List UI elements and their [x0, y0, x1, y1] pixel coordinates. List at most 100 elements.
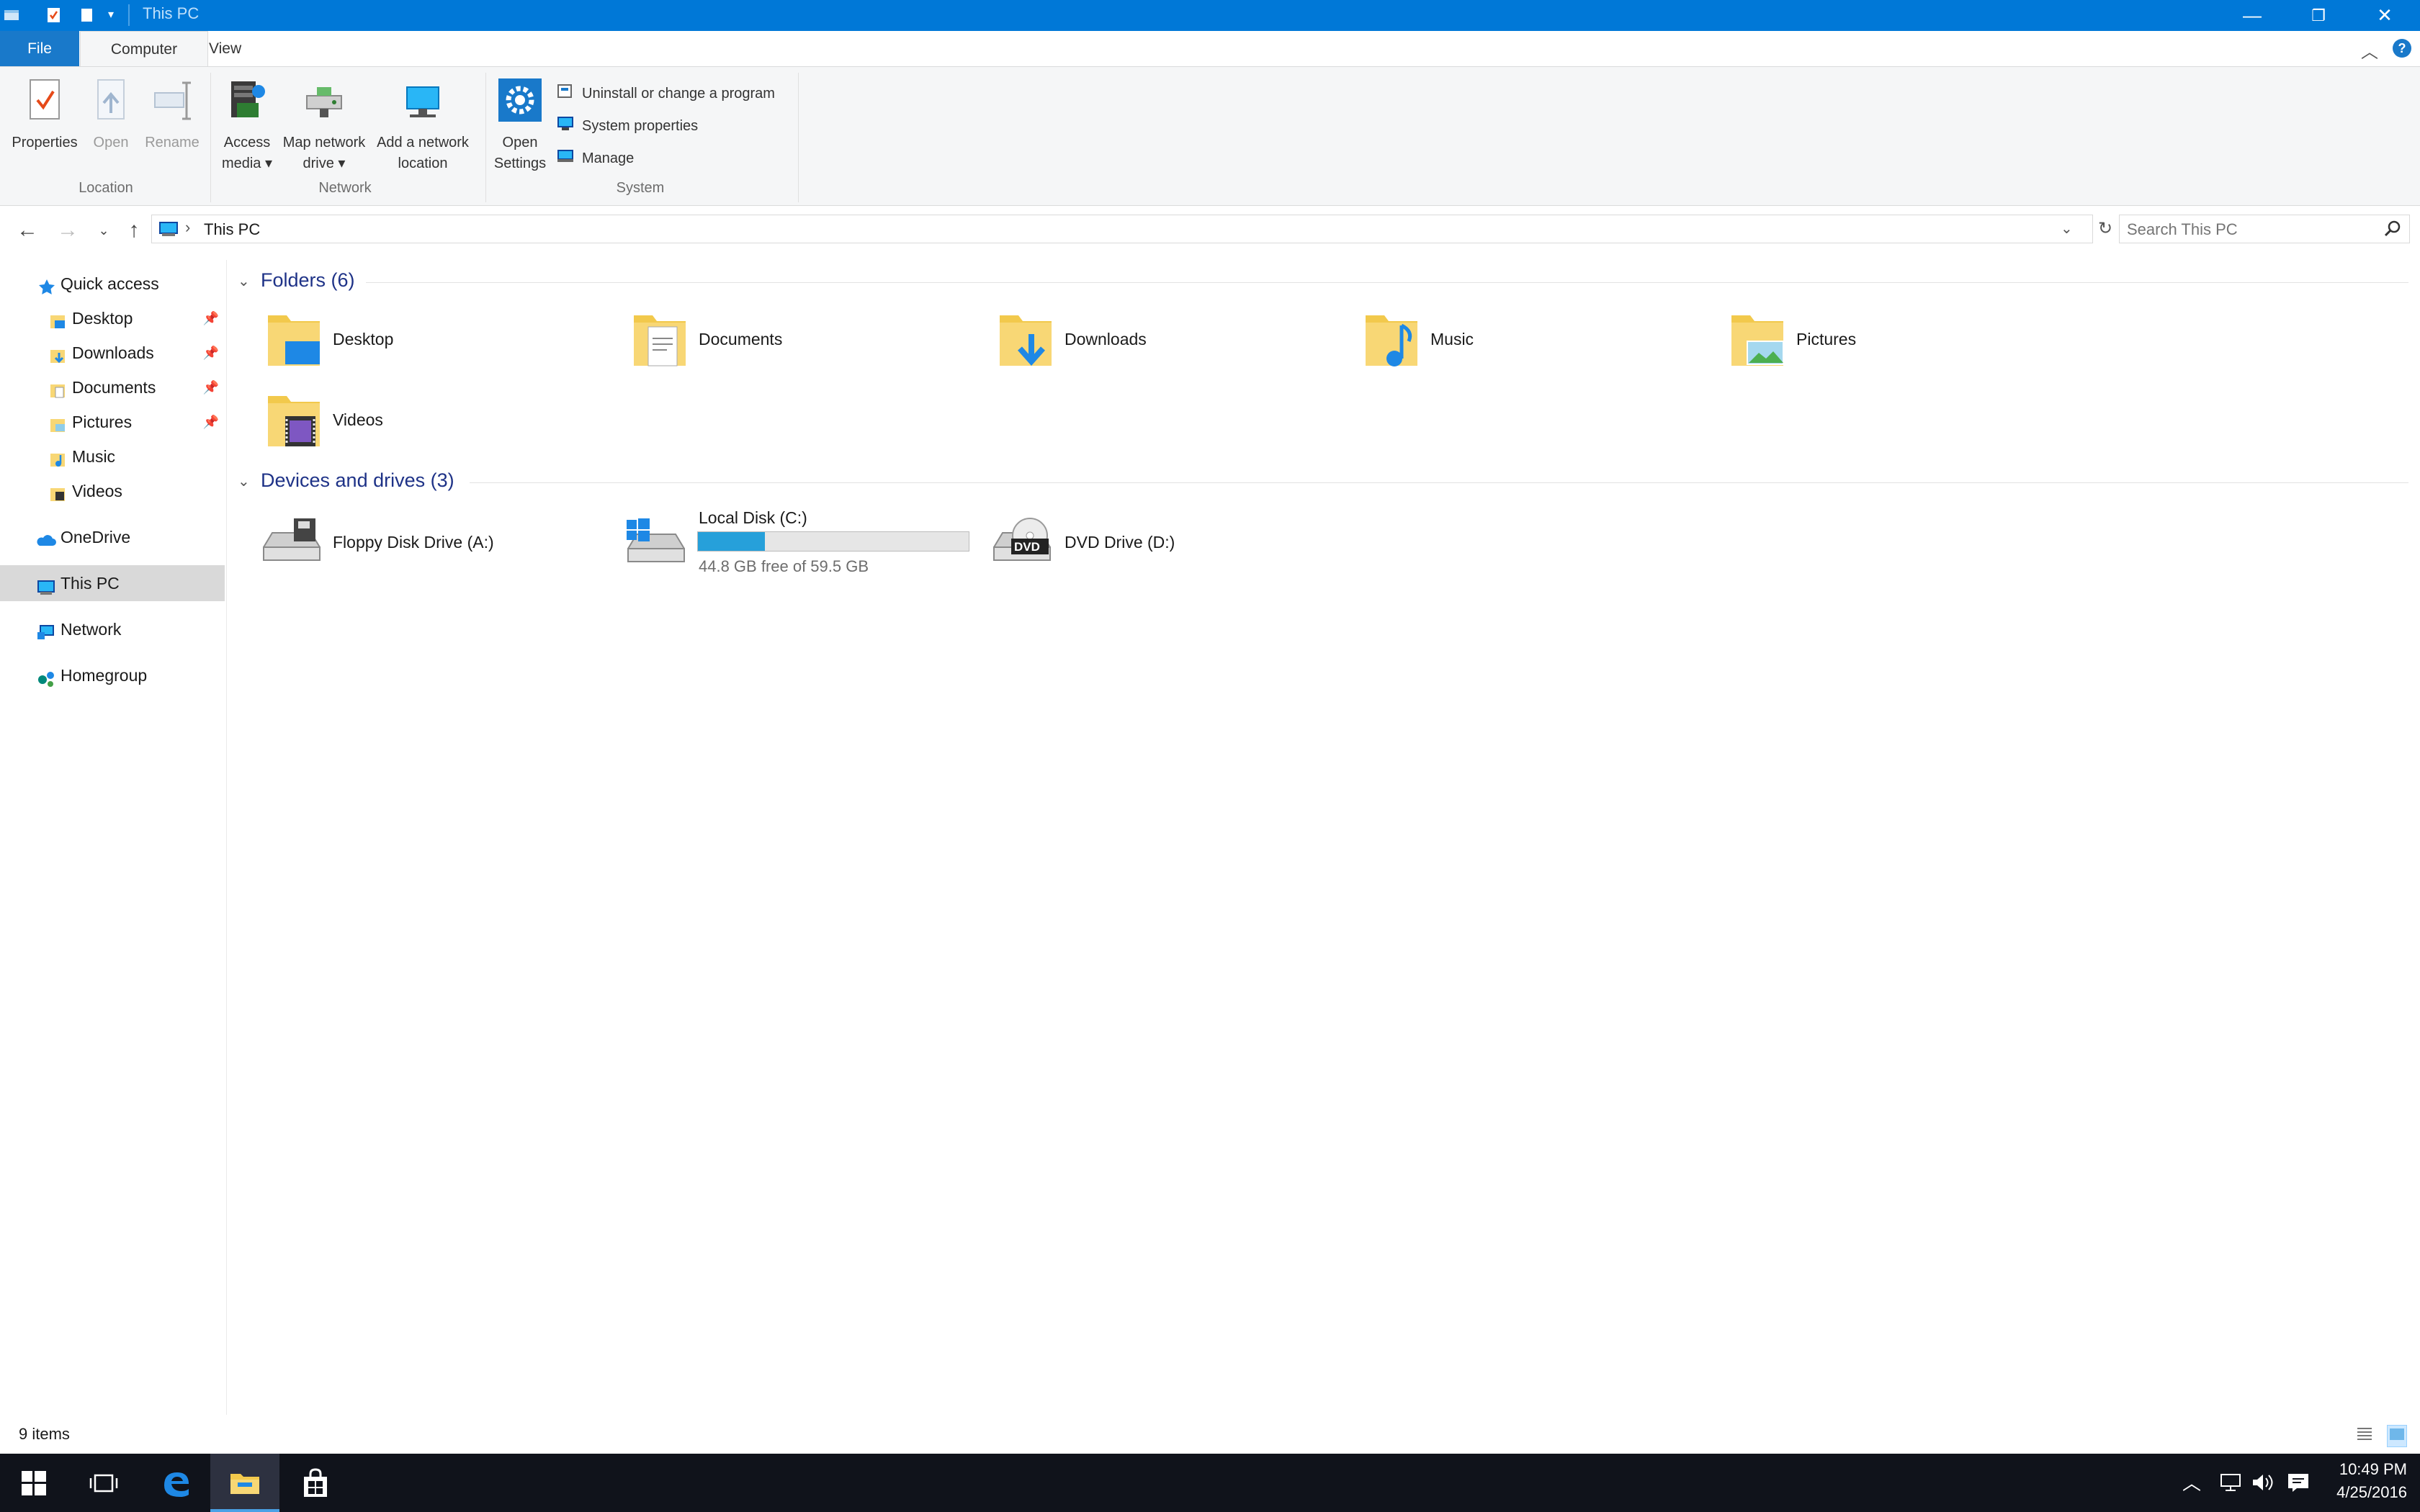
- folder-label: Downloads: [1065, 330, 1147, 348]
- rename-icon: [140, 77, 205, 130]
- manage-button[interactable]: Manage: [556, 146, 634, 168]
- file-explorer-app-icon[interactable]: [3, 6, 20, 24]
- documents-folder-icon: [629, 310, 691, 375]
- properties-quick-icon[interactable]: [45, 6, 62, 24]
- floppy-drive-icon: [259, 514, 324, 575]
- customize-quick-access-icon[interactable]: ▾: [108, 7, 114, 22]
- system-properties-button[interactable]: System properties: [556, 114, 698, 135]
- open-button[interactable]: Open: [85, 77, 137, 153]
- taskbar-date[interactable]: 4/25/2016: [2313, 1483, 2407, 1502]
- forward-arrow-icon[interactable]: →: [53, 216, 82, 245]
- drives-collapse-chevron-icon[interactable]: ⌄: [238, 472, 250, 490]
- edge-taskbar-button[interactable]: [141, 1454, 210, 1512]
- nav-quick-access[interactable]: Quick access: [0, 267, 225, 300]
- folder-tile[interactable]: Desktop: [259, 302, 605, 374]
- large-icons-view-icon[interactable]: [2387, 1425, 2407, 1447]
- add-network-location-button[interactable]: Add a network location: [372, 77, 474, 174]
- rename-button[interactable]: Rename: [140, 77, 205, 153]
- nav-quick-access-label: Quick access: [60, 274, 159, 293]
- nav-onedrive[interactable]: OneDrive: [0, 521, 225, 554]
- properties-button[interactable]: Properties: [7, 77, 82, 153]
- breadcrumb-this-pc[interactable]: This PC: [204, 220, 260, 239]
- up-arrow-icon[interactable]: ↑: [120, 216, 148, 245]
- nav-music[interactable]: Music: [0, 440, 225, 473]
- new-folder-quick-icon[interactable]: [78, 6, 95, 24]
- nav-downloads[interactable]: Downloads 📌: [0, 336, 225, 369]
- nav-homegroup[interactable]: Homegroup: [0, 659, 225, 692]
- group-separator: [210, 73, 211, 202]
- drive-tile[interactable]: Floppy Disk Drive (A:): [259, 504, 605, 576]
- nav-network[interactable]: Network: [0, 613, 225, 646]
- pin-icon[interactable]: 📌: [203, 405, 219, 438]
- folder-label: Documents: [699, 330, 783, 348]
- open-settings-button[interactable]: Open Settings: [490, 77, 550, 174]
- store-taskbar-button[interactable]: [281, 1454, 350, 1512]
- nav-desktop[interactable]: Desktop 📌: [0, 302, 225, 335]
- nav-documents[interactable]: Documents 📌: [0, 371, 225, 404]
- folder-tile[interactable]: Pictures: [1723, 302, 2069, 374]
- drive-tile[interactable]: DVD DVD Drive (D:): [990, 504, 1335, 576]
- network-status-icon[interactable]: [2218, 1472, 2243, 1497]
- taskbar-time[interactable]: 10:49 PM: [2313, 1460, 2407, 1479]
- close-button[interactable]: ✕: [2349, 0, 2420, 31]
- status-bar: 9 items: [0, 1415, 2420, 1454]
- access-media-button[interactable]: Access media ▾: [215, 77, 279, 174]
- restore-button[interactable]: ❐: [2283, 0, 2354, 31]
- network-group-label: Network: [318, 180, 372, 196]
- pin-icon[interactable]: 📌: [203, 302, 219, 335]
- task-view-button[interactable]: [69, 1454, 138, 1512]
- start-button[interactable]: [0, 1454, 69, 1512]
- help-icon[interactable]: ?: [2393, 39, 2411, 58]
- downloads-folder-small-icon: [49, 343, 68, 364]
- nav-pictures-label: Pictures: [72, 413, 133, 431]
- breadcrumb-chevron-icon[interactable]: ›: [185, 218, 190, 237]
- recent-locations-chevron-icon[interactable]: ⌄: [89, 216, 118, 245]
- tab-computer[interactable]: Computer: [80, 31, 208, 67]
- nav-videos[interactable]: Videos: [0, 474, 225, 508]
- folders-section-title[interactable]: Folders (6): [261, 269, 355, 292]
- back-arrow-icon[interactable]: ←: [13, 216, 42, 245]
- open-label: Open: [93, 135, 129, 150]
- tab-view[interactable]: View: [209, 31, 241, 67]
- folder-tile[interactable]: Documents: [625, 302, 971, 374]
- file-explorer-taskbar-button[interactable]: [210, 1454, 279, 1512]
- minimize-button[interactable]: —: [2217, 0, 2287, 31]
- uninstall-program-button[interactable]: Uninstall or change a program: [556, 81, 775, 103]
- music-folder-small-icon: [49, 447, 68, 467]
- properties-label: Properties: [12, 135, 78, 150]
- folder-label: Pictures: [1796, 330, 1857, 348]
- pin-icon[interactable]: 📌: [203, 371, 219, 404]
- minimize-ribbon-icon[interactable]: ︿: [2361, 37, 2378, 63]
- details-view-icon[interactable]: [2355, 1425, 2374, 1446]
- drives-section-title[interactable]: Devices and drives (3): [261, 469, 454, 492]
- search-icon[interactable]: [2383, 220, 2402, 242]
- nav-pictures[interactable]: Pictures 📌: [0, 405, 225, 438]
- folder-tile[interactable]: Music: [1357, 302, 1703, 374]
- action-center-icon[interactable]: [2286, 1472, 2311, 1497]
- open-settings-label-1: Open: [502, 135, 538, 150]
- music-folder-icon: [1361, 310, 1423, 375]
- edge-browser-icon: [164, 1472, 189, 1497]
- address-history-chevron-icon[interactable]: ⌄: [2061, 220, 2073, 238]
- ribbon-tab-bar: [0, 31, 2420, 67]
- address-bar[interactable]: › This PC ⌄: [151, 215, 2093, 243]
- map-network-drive-button[interactable]: Map network drive ▾: [279, 77, 369, 174]
- refresh-icon[interactable]: ↻: [2093, 215, 2118, 243]
- access-media-label-1: Access: [223, 135, 271, 150]
- access-media-label-2: media ▾: [221, 156, 273, 171]
- volume-icon[interactable]: [2250, 1472, 2275, 1497]
- show-hidden-icons-chevron-icon[interactable]: ︿: [2182, 1469, 2201, 1495]
- drives-section-divider: [470, 482, 2408, 483]
- drive-tile[interactable]: Local Disk (C:) 44.8 GB free of 59.5 GB: [624, 504, 984, 576]
- pin-icon[interactable]: 📌: [203, 336, 219, 369]
- folder-tile[interactable]: Downloads: [991, 302, 1337, 374]
- manage-label: Manage: [582, 150, 635, 166]
- search-input[interactable]: [2125, 218, 2373, 241]
- tab-file[interactable]: File: [0, 31, 79, 67]
- nav-this-pc[interactable]: This PC: [0, 565, 225, 601]
- media-server-icon: [215, 77, 279, 130]
- folder-tile[interactable]: Videos: [259, 383, 605, 455]
- search-box[interactable]: [2119, 215, 2410, 243]
- folders-collapse-chevron-icon[interactable]: ⌄: [238, 272, 250, 290]
- drive-label: Local Disk (C:): [699, 508, 807, 527]
